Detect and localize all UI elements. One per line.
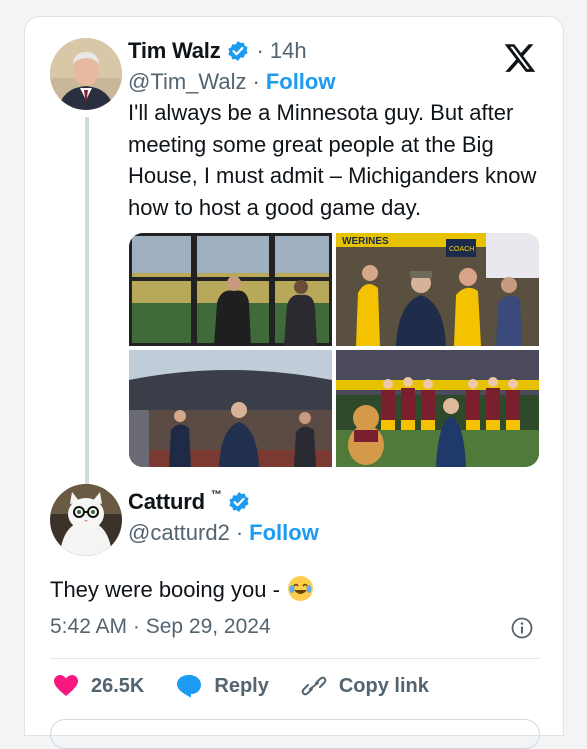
photo-sign-text: WERINES	[342, 236, 389, 247]
reply-handle-row: @catturd2 · Follow	[128, 520, 319, 546]
trademark-symbol: ™	[210, 489, 222, 501]
separator-dot: ·	[235, 520, 244, 545]
copy-link-label: Copy link	[338, 674, 429, 697]
x-logo-icon[interactable]	[503, 41, 537, 75]
tweet-text: I'll always be a Minnesota guy. But afte…	[128, 100, 537, 220]
reply-text-row: They were booing you -	[50, 572, 314, 603]
info-icon[interactable]	[511, 617, 533, 639]
tweet-handle-row: @Tim_Walz · Follow	[128, 69, 335, 95]
reply-author-handle[interactable]: @catturd2	[128, 520, 230, 546]
author-name[interactable]: Tim Walz	[128, 38, 221, 64]
media-photo-stadium-window[interactable]	[129, 233, 332, 346]
media-photo-crowd[interactable]: WERINES COACH	[336, 233, 539, 346]
media-photo-cheer-mascot[interactable]	[336, 350, 539, 467]
media-photo-tunnel-walk[interactable]	[129, 350, 332, 467]
reply-author-name[interactable]: Catturd	[128, 489, 205, 515]
reply-header: Catturd ™	[128, 489, 250, 515]
copy-link-button[interactable]: Copy link	[301, 674, 429, 698]
tweet-header: Tim Walz · 14h	[128, 38, 307, 64]
follow-button[interactable]: Follow	[249, 520, 319, 546]
verified-badge-icon	[228, 491, 250, 513]
like-count: 26.5K	[91, 674, 145, 697]
tears-of-joy-emoji-icon	[288, 576, 314, 601]
reply-text: They were booing you -	[50, 577, 280, 602]
reply-label: Reply	[214, 674, 269, 697]
thread-connector-line	[85, 117, 89, 487]
action-bar: 26.5K Reply Copy link	[53, 674, 461, 698]
photo-sign-text: COACH	[449, 246, 474, 253]
tweet-card: Tim Walz · 14h @Tim_Walz · Follow I'll a…	[24, 16, 564, 749]
follow-button[interactable]: Follow	[266, 69, 336, 95]
author-handle[interactable]: @Tim_Walz	[128, 69, 246, 95]
tim-walz-avatar[interactable]	[50, 38, 122, 110]
reply-bubble-icon	[177, 675, 202, 698]
heart-icon	[54, 675, 78, 696]
tweet-time[interactable]: 14h	[270, 38, 307, 64]
tweet-media-grid[interactable]: WERINES COACH	[129, 233, 539, 467]
reply-button[interactable]: Reply	[176, 674, 269, 698]
reply-timestamp[interactable]: 5:42 AM · Sep 29, 2024	[50, 615, 271, 639]
verified-badge-icon	[227, 40, 249, 62]
catturd-avatar[interactable]	[50, 484, 122, 556]
link-icon	[301, 676, 327, 696]
read-replies-button[interactable]	[50, 719, 540, 749]
separator-dot: ·	[252, 69, 260, 94]
separator-dot: ·	[256, 38, 264, 63]
like-button[interactable]: 26.5K	[53, 674, 144, 698]
divider	[50, 658, 540, 659]
